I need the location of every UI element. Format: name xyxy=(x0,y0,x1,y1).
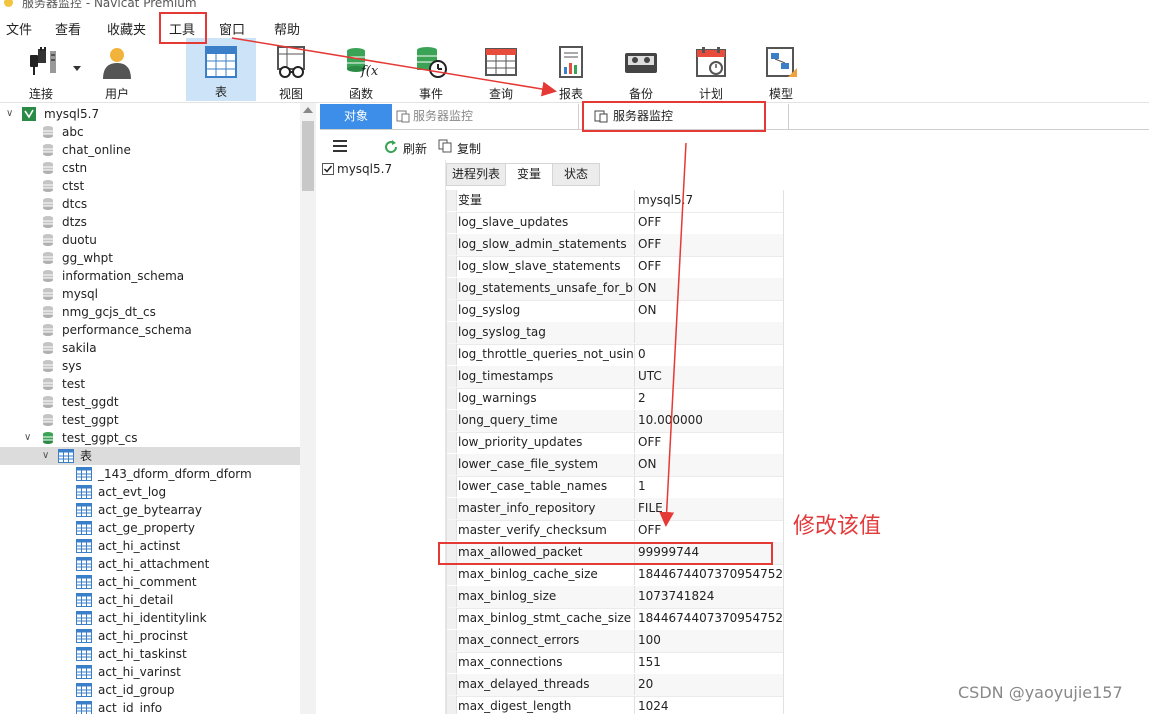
annotation-arrows xyxy=(231,37,687,527)
arrow-monitor-to-value xyxy=(659,142,687,527)
arrow-tools-to-report xyxy=(231,37,557,97)
annotation-text: 修改该值 xyxy=(793,514,882,539)
watermark: CSDN @yaoyujie157 xyxy=(958,683,1123,702)
